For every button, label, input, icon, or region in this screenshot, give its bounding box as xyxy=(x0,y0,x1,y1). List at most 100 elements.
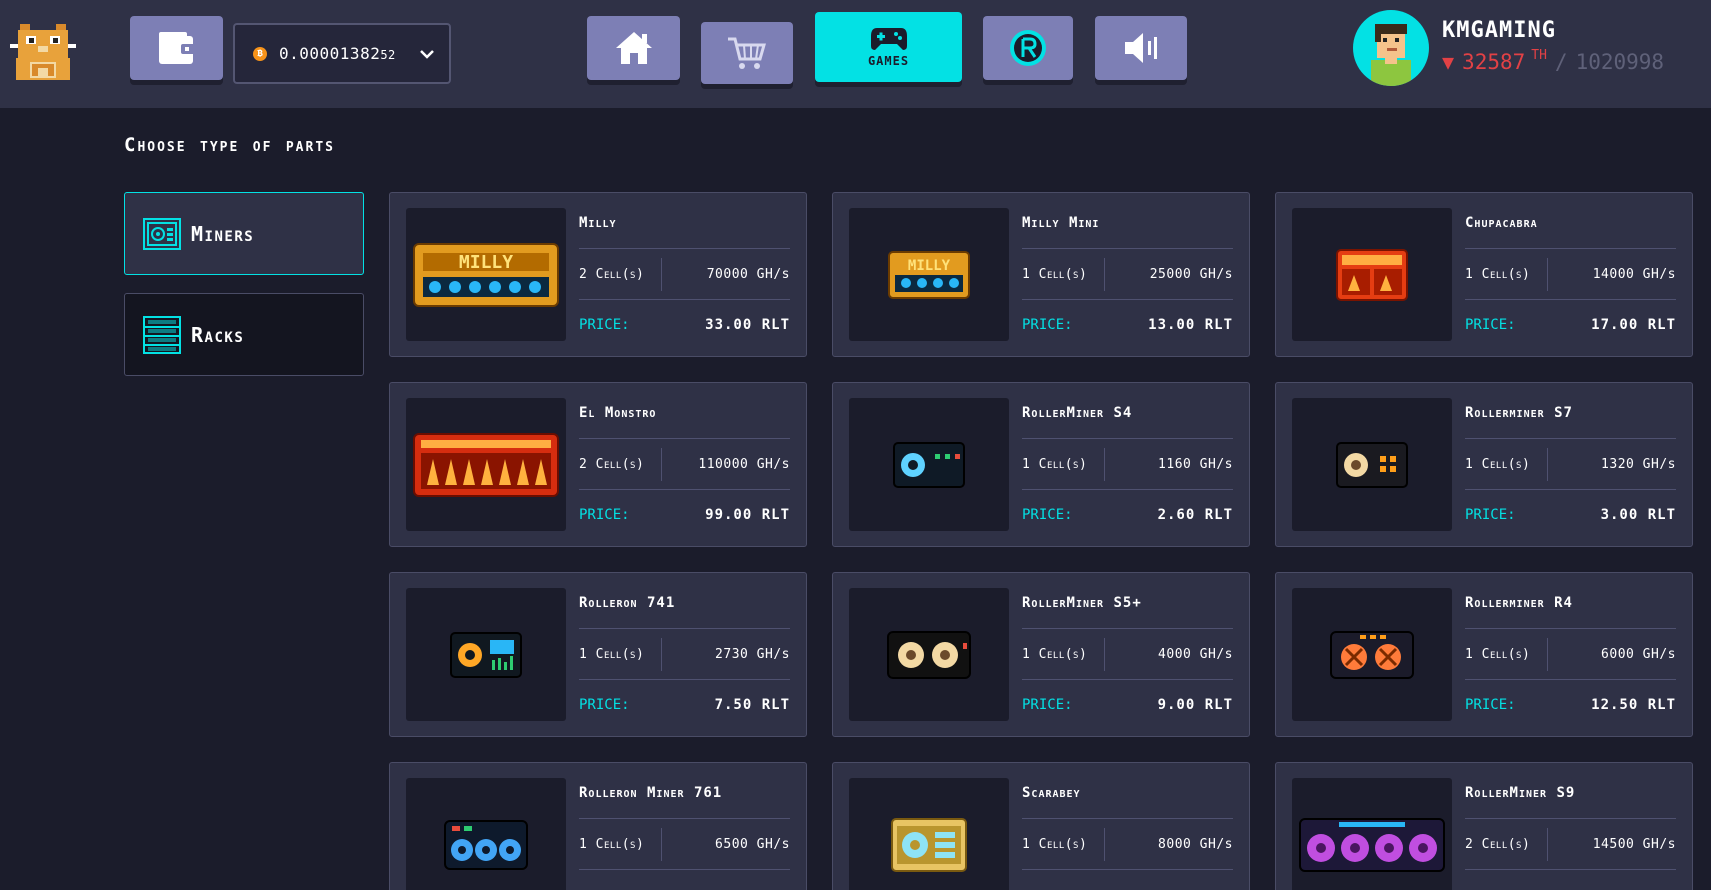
miner-power: 2730 GH/s xyxy=(715,647,790,662)
miner-card[interactable]: RollerMiner S9 2 Cell(s) 14500 GH/s xyxy=(1275,762,1693,890)
hamster-logo-icon[interactable] xyxy=(8,18,78,82)
section-title: Choose type of parts xyxy=(124,134,335,156)
miner-image xyxy=(849,778,1009,890)
divider xyxy=(1547,828,1548,861)
miner-price: 99.00 RLT xyxy=(705,507,790,523)
miner-cells: 1 Cell(s) xyxy=(1022,457,1088,472)
divider xyxy=(1465,438,1676,439)
miner-image: MILLY xyxy=(406,208,566,341)
miner-name: Rollerminer R4 xyxy=(1465,595,1573,611)
market-button[interactable] xyxy=(701,22,793,84)
miner-cells: 1 Cell(s) xyxy=(579,647,645,662)
sound-button[interactable] xyxy=(1095,16,1187,80)
divider xyxy=(1022,869,1233,870)
miner-power: 110000 GH/s xyxy=(698,457,790,472)
divider xyxy=(1022,679,1233,680)
miner-power: 25000 GH/s xyxy=(1149,267,1233,282)
miner-image xyxy=(1292,398,1452,531)
divider xyxy=(1104,258,1105,291)
balance-dropdown[interactable]: ₿ 0.0000138252 xyxy=(233,23,451,84)
price-label: PRICE: xyxy=(1465,697,1516,713)
divider xyxy=(1547,448,1548,481)
miner-power: 8000 GH/s xyxy=(1158,837,1233,852)
rank-value: 32587 xyxy=(1462,50,1526,74)
miner-card[interactable]: Chupacabra 1 Cell(s) 14000 GH/s PRICE: 17.00… xyxy=(1275,192,1693,357)
user-rank: ▼ 32587 TH / 1020998 xyxy=(1442,48,1665,74)
miner-power: 14500 GH/s xyxy=(1592,837,1676,852)
miner-name: RollerMiner S5+ xyxy=(1022,595,1142,611)
divider xyxy=(1465,299,1676,300)
price-label: PRICE: xyxy=(579,697,630,713)
divider xyxy=(661,258,662,291)
miner-power: 14000 GH/s xyxy=(1592,267,1676,282)
divider xyxy=(1465,818,1676,819)
price-label: PRICE: xyxy=(1022,507,1073,523)
divider xyxy=(661,828,662,861)
rank-total: 1020998 xyxy=(1575,50,1665,74)
miner-price: 2.60 RLT xyxy=(1157,507,1233,523)
miner-name: Rolleron 741 xyxy=(579,595,676,611)
rank-suffix: TH xyxy=(1531,48,1547,63)
miner-image xyxy=(406,398,566,531)
rank-down-icon: ▼ xyxy=(1442,50,1455,74)
miner-card[interactable]: Rolleron Miner 761 1 Cell(s) 6500 GH/s xyxy=(389,762,807,890)
divider xyxy=(1465,489,1676,490)
divider xyxy=(1547,258,1548,291)
miner-card[interactable]: Rolleron 741 1 Cell(s) 2730 GH/s PRICE: 7.50… xyxy=(389,572,807,737)
miner-power: 70000 GH/s xyxy=(706,267,790,282)
miner-price: 7.50 RLT xyxy=(714,697,790,713)
category-miners[interactable]: Miners xyxy=(124,192,364,275)
games-button[interactable]: GAMES xyxy=(815,12,962,82)
miner-power: 1320 GH/s xyxy=(1601,457,1676,472)
category-racks[interactable]: Racks xyxy=(124,293,364,376)
home-button[interactable] xyxy=(587,16,680,80)
divider xyxy=(1465,628,1676,629)
username[interactable]: KMGAMING xyxy=(1442,18,1556,43)
miner-card[interactable]: Rollerminer R4 1 Cell(s) 6000 GH/s PRICE: 12… xyxy=(1275,572,1693,737)
bitcoin-icon: ₿ xyxy=(253,46,267,61)
miner-cells: 1 Cell(s) xyxy=(579,837,645,852)
miner-name: Rolleron Miner 761 xyxy=(579,785,723,801)
miner-image xyxy=(406,588,566,721)
miner-card[interactable]: RollerMiner S5+ 1 Cell(s) 4000 GH/s PRICE: 9… xyxy=(832,572,1250,737)
miner-power: 6500 GH/s xyxy=(715,837,790,852)
miner-price: 17.00 RLT xyxy=(1591,317,1676,333)
price-label: PRICE: xyxy=(1022,317,1073,333)
gamepad-icon xyxy=(870,28,907,50)
miner-name: Milly xyxy=(579,215,617,231)
divider xyxy=(1022,628,1233,629)
divider xyxy=(1022,248,1233,249)
divider xyxy=(1104,448,1105,481)
miner-card[interactable]: El Monstro 2 Cell(s) 110000 GH/s PRICE: 99.0… xyxy=(389,382,807,547)
miner-name: Milly Mini xyxy=(1022,215,1100,231)
miner-price: 3.00 RLT xyxy=(1600,507,1676,523)
miner-image: MILLY xyxy=(849,208,1009,341)
divider xyxy=(661,448,662,481)
miner-card[interactable]: MILLY Milly Mini 1 Cell(s) 25000 GH/s PRICE:… xyxy=(832,192,1250,357)
user-avatar[interactable] xyxy=(1353,10,1429,86)
miner-image xyxy=(406,778,566,890)
miner-card[interactable]: Scarabey 1 Cell(s) 8000 GH/s xyxy=(832,762,1250,890)
rollercoin-button[interactable] xyxy=(983,16,1073,80)
divider xyxy=(1022,818,1233,819)
miner-cells: 1 Cell(s) xyxy=(1022,647,1088,662)
miner-card[interactable]: Rollerminer S7 1 Cell(s) 1320 GH/s PRICE: 3.… xyxy=(1275,382,1693,547)
miner-cells: 1 Cell(s) xyxy=(1022,267,1088,282)
miner-icon xyxy=(143,217,181,250)
category-label: Miners xyxy=(191,221,255,246)
miner-image xyxy=(1292,778,1452,890)
miner-card[interactable]: MILLY Milly 2 Cell(s) 70000 GH/s PRICE: 33.00… xyxy=(389,192,807,357)
miner-power: 1160 GH/s xyxy=(1158,457,1233,472)
miner-name: Scarabey xyxy=(1022,785,1081,801)
divider xyxy=(1465,869,1676,870)
miner-cells: 2 Cell(s) xyxy=(579,457,645,472)
divider xyxy=(579,818,790,819)
miner-price: 33.00 RLT xyxy=(705,317,790,333)
miner-price: 9.00 RLT xyxy=(1157,697,1233,713)
divider xyxy=(1104,828,1105,861)
miner-cells: 1 Cell(s) xyxy=(1465,647,1531,662)
divider xyxy=(1104,638,1105,671)
wallet-button[interactable] xyxy=(130,16,223,80)
miner-card[interactable]: RollerMiner S4 1 Cell(s) 1160 GH/s PRICE: 2.… xyxy=(832,382,1250,547)
top-bar: ₿ 0.0000138252 GAMES KMGAMING ▼ 32587 TH… xyxy=(0,0,1711,108)
